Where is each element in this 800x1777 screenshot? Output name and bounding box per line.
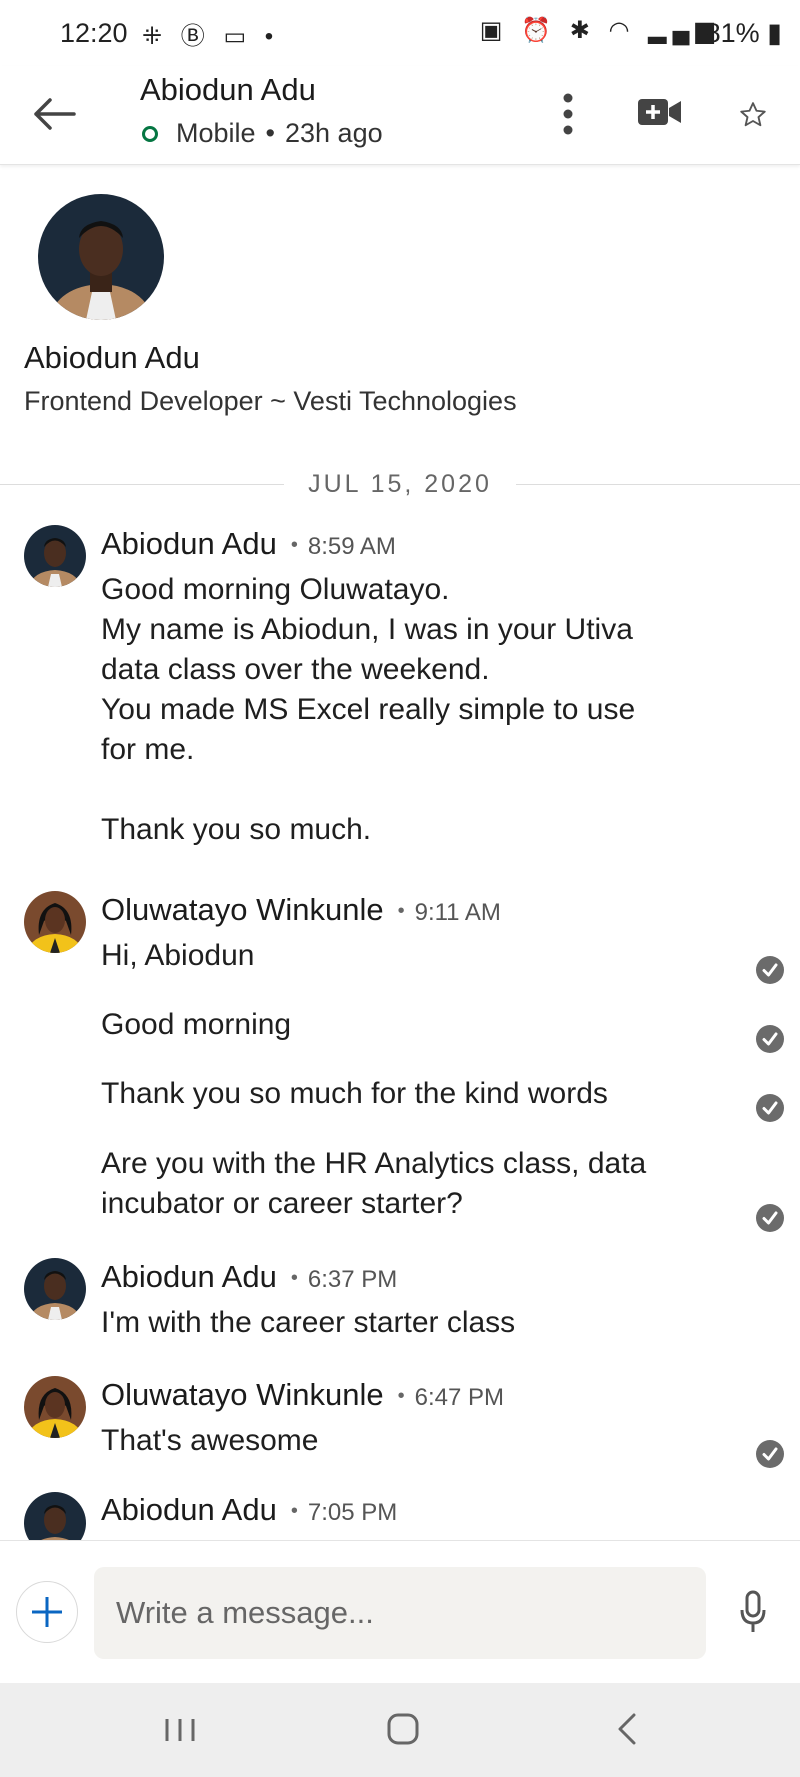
recents-button[interactable] (163, 1713, 197, 1747)
last-seen: 23h ago (285, 118, 383, 148)
plus-icon (32, 1597, 62, 1627)
message-line (101, 770, 711, 810)
message-time: 8:59 AM (307, 533, 396, 560)
voice-message-button[interactable] (736, 1589, 770, 1635)
presence-label: Mobile (176, 118, 256, 148)
message-input[interactable] (94, 1567, 706, 1659)
chevron-left-icon (618, 1713, 636, 1745)
sender-separator: • (397, 900, 405, 923)
message-sender: Oluwatayo Winkunle • 6:47 PM (101, 1377, 504, 1413)
status-time: 12:20 (60, 18, 128, 48)
profile-avatar[interactable] (38, 194, 164, 320)
back-arrow-icon (34, 98, 76, 130)
presence-dot-icon (142, 125, 158, 142)
sender-name[interactable]: Oluwatayo Winkunle (101, 1377, 384, 1412)
sender-separator: • (290, 534, 298, 557)
sender-name[interactable]: Abiodun Adu (101, 1259, 277, 1294)
sender-avatar[interactable] (24, 1376, 86, 1438)
conversation-header: Abiodun Adu Mobile • 23h ago (0, 66, 800, 165)
message-time: 9:11 AM (414, 899, 501, 926)
battery-icon: ▮ (759, 18, 782, 48)
message-time: 6:47 PM (414, 1384, 504, 1411)
status-bar: 12:20 ⁜ Ⓑ ▭ • ▣ ⏰ ✱ ◠ ▂▄▆ 81% ▮ (0, 0, 800, 66)
contact-name[interactable]: Abiodun Adu (140, 72, 316, 108)
sender-separator: • (290, 1267, 298, 1290)
message-line: Thank you so much. (101, 813, 372, 846)
recents-icon (165, 1719, 195, 1741)
presence-separator: • (265, 118, 275, 148)
partial-message: Abiodun Adu • 7:05 PM (0, 1490, 800, 1540)
message-time: 6:37 PM (307, 1266, 398, 1293)
sender-separator: • (290, 1500, 298, 1523)
message-line: You made MS Excel really simple to use (101, 693, 636, 726)
message-bubble: I'm with the career starter class (101, 1306, 516, 1339)
video-call-button[interactable] (636, 92, 684, 132)
message-line: My name is Abiodun, I was in your Utiva (101, 613, 633, 646)
sender-name[interactable]: Abiodun Adu (101, 1492, 277, 1527)
message-line: for me. (101, 733, 195, 766)
message-sender: Oluwatayo Winkunle • 9:11 AM (101, 892, 501, 928)
date-divider-label: JUL 15, 2020 (308, 470, 492, 498)
message-bubble: Good morning (101, 1008, 292, 1041)
message-line: Good morning Oluwatayo. (101, 573, 450, 606)
sender-avatar[interactable] (24, 1492, 86, 1540)
message-sender: Abiodun Adu • 8:59 AM (101, 526, 396, 562)
message-time: 7:05 PM (307, 1499, 398, 1526)
divider-line (0, 484, 284, 485)
sender-avatar[interactable] (24, 525, 86, 587)
read-check-icon (756, 1440, 784, 1468)
more-vertical-icon (563, 93, 573, 135)
sender-name[interactable]: Abiodun Adu (101, 526, 277, 561)
message-sender: Abiodun Adu • 6:37 PM (101, 1259, 397, 1295)
profile-headline: Frontend Developer ~ Vesti Technologies (24, 386, 517, 416)
read-check-icon (756, 1204, 784, 1232)
system-nav-bar (0, 1683, 800, 1777)
sender-avatar[interactable] (24, 1258, 86, 1320)
sender-separator: • (397, 1385, 405, 1408)
system-back-button[interactable] (612, 1711, 642, 1747)
home-icon (387, 1713, 419, 1745)
video-add-icon (638, 99, 681, 125)
message-bubble: Hi, Abiodun (101, 939, 255, 972)
back-button[interactable] (28, 88, 80, 140)
message-bubble: Thank you so much for the kind words (101, 1077, 608, 1110)
star-button[interactable] (730, 92, 776, 138)
message-sender: Abiodun Adu • 7:05 PM (101, 1492, 397, 1528)
sender-avatar[interactable] (24, 891, 86, 953)
system-icons: ▣ ⏰ ✱ ◠ ▂▄▆ (479, 17, 720, 44)
message-bubble: Are you with the HR Analytics class, dat… (101, 1147, 647, 1220)
message-body: Good morning Oluwatayo. My name is Abiod… (101, 570, 711, 850)
read-check-icon (756, 1025, 784, 1053)
more-options-button[interactable] (548, 86, 588, 142)
message-line: data class over the weekend. (101, 653, 490, 686)
divider-line (516, 484, 800, 485)
message-composer (0, 1540, 800, 1683)
message-bubble: That's awesome (101, 1424, 319, 1457)
presence-status: Mobile • 23h ago (140, 118, 383, 149)
read-check-icon (756, 956, 784, 984)
sender-name[interactable]: Oluwatayo Winkunle (101, 892, 384, 927)
star-icon (740, 102, 766, 127)
notification-icons: ⁜ Ⓑ ▭ • (142, 23, 280, 50)
profile-name[interactable]: Abiodun Adu (24, 340, 200, 376)
battery-level: 81% ▮ (705, 18, 782, 48)
mic-icon (740, 1590, 766, 1632)
home-button[interactable] (386, 1711, 420, 1747)
read-check-icon (756, 1094, 784, 1122)
attach-button[interactable] (16, 1581, 78, 1643)
